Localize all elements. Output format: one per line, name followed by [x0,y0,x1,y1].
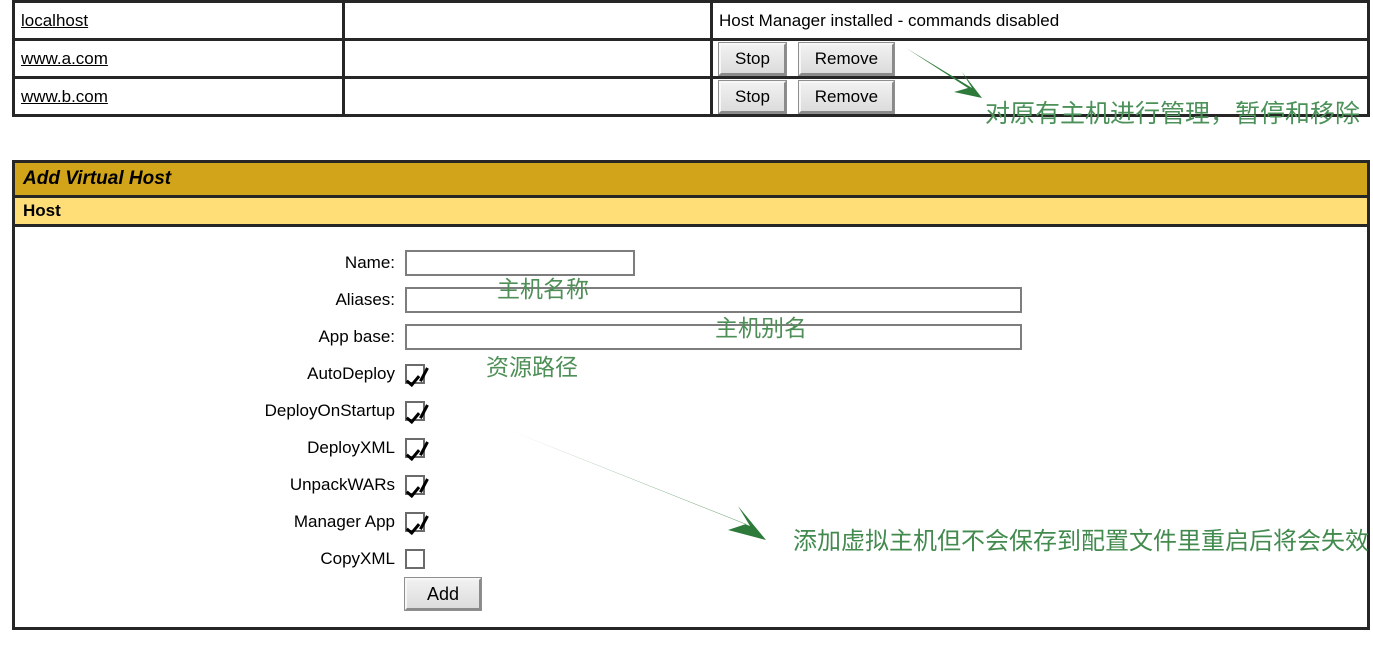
autodeploy-checkbox[interactable] [405,364,425,384]
form-row-aliases: Aliases: [15,282,1367,319]
form-row-managerapp: Manager App [15,504,1367,541]
unpackwars-checkbox[interactable] [405,475,425,495]
form-row-copyxml: CopyXML [15,541,1367,578]
host-aliases-cell [342,38,713,79]
panel-body: Name: Aliases: App base: AutoDeploy Depl… [12,224,1370,630]
panel-subtitle: Host [12,195,1370,227]
deployonstartup-label: DeployOnStartup [264,401,395,420]
deployonstartup-checkbox[interactable] [405,401,425,421]
stop-button[interactable]: Stop [718,41,787,76]
form-row-appbase: App base: [15,319,1367,356]
autodeploy-label: AutoDeploy [307,364,395,383]
app-base-input[interactable] [405,324,1022,350]
host-list-body: localhost Host Manager installed - comma… [12,0,1370,117]
remove-button[interactable]: Remove [797,41,896,76]
host-name-cell: www.a.com [12,38,345,79]
aliases-input[interactable] [405,287,1022,313]
host-name-cell: localhost [12,0,345,41]
page-root: localhost Host Manager installed - comma… [0,0,1373,645]
copyxml-label: CopyXML [320,549,395,568]
form-row-unpackwars: UnpackWARs [15,467,1367,504]
host-form: Name: Aliases: App base: AutoDeploy Depl… [15,245,1367,611]
host-aliases-cell [342,76,713,117]
host-link[interactable]: localhost [21,11,88,30]
table-row: localhost Host Manager installed - comma… [12,0,1370,41]
form-row-autodeploy: AutoDeploy [15,356,1367,393]
form-row-name: Name: [15,245,1367,282]
name-input[interactable] [405,250,635,276]
stop-button[interactable]: Stop [718,79,787,114]
table-row: www.a.com Stop Remove [12,38,1370,79]
copyxml-checkbox[interactable] [405,549,425,569]
host-link[interactable]: www.b.com [21,87,108,106]
form-row-deployonstartup: DeployOnStartup [15,393,1367,430]
panel-title: Add Virtual Host [12,160,1370,198]
host-commands-cell: Host Manager installed - commands disabl… [710,0,1370,41]
name-label: Name: [344,253,395,272]
host-commands-cell: Stop Remove [710,76,1370,117]
app-base-label: App base: [318,327,395,346]
host-manager-message: Host Manager installed - commands disabl… [719,10,1060,30]
form-row-submit: Add [15,576,1367,611]
remove-button[interactable]: Remove [797,79,896,114]
aliases-label: Aliases: [335,290,395,309]
host-name-cell: www.b.com [12,76,345,117]
table-row: www.b.com Stop Remove [12,76,1370,117]
host-list-table: localhost Host Manager installed - comma… [12,0,1370,117]
manager-app-checkbox[interactable] [405,512,425,532]
unpackwars-label: UnpackWARs [289,475,395,494]
add-virtual-host-panel: Add Virtual Host Host Name: Aliases: App… [12,160,1370,630]
add-button[interactable]: Add [403,576,483,611]
host-aliases-cell [342,0,713,41]
form-row-deployxml: DeployXML [15,430,1367,467]
manager-app-label: Manager App [293,512,395,531]
host-link[interactable]: www.a.com [21,49,108,68]
deployxml-checkbox[interactable] [405,438,425,458]
deployxml-label: DeployXML [307,438,395,457]
host-commands-cell: Stop Remove [710,38,1370,79]
